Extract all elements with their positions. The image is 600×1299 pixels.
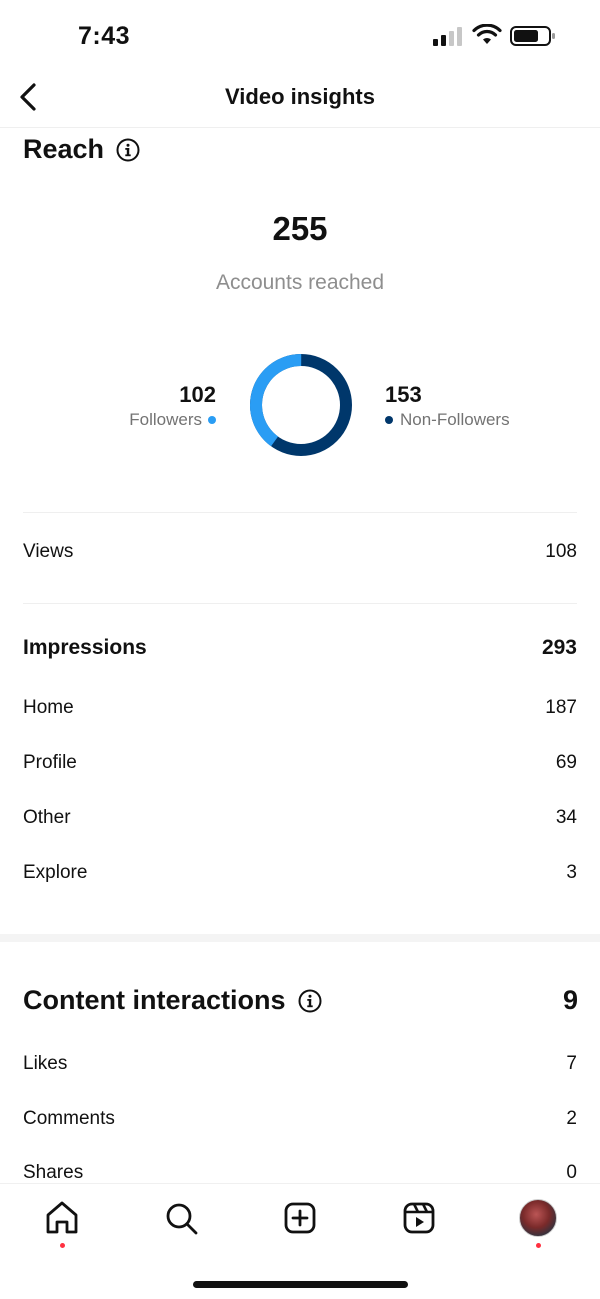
row-value: 2 bbox=[566, 1108, 577, 1129]
row-value: 34 bbox=[555, 807, 577, 828]
non-followers-label: Non-Followers bbox=[400, 410, 510, 429]
views-value: 108 bbox=[545, 541, 577, 562]
create-post-icon[interactable] bbox=[278, 1196, 322, 1240]
row-label: Shares bbox=[23, 1162, 84, 1183]
accounts-reached-value: 255 bbox=[272, 210, 328, 247]
status-time: 7:43 bbox=[78, 22, 131, 50]
reach-header: Reach bbox=[23, 134, 140, 165]
reels-icon[interactable] bbox=[397, 1196, 441, 1240]
home-indicator bbox=[193, 1281, 408, 1288]
shares-row: Shares 0 bbox=[23, 1162, 577, 1184]
profile-avatar[interactable] bbox=[519, 1199, 557, 1237]
home-notification-dot bbox=[60, 1243, 65, 1248]
info-icon[interactable] bbox=[116, 138, 140, 162]
followers-value: 102 bbox=[179, 382, 216, 407]
row-value: 3 bbox=[566, 862, 577, 883]
row-value: 187 bbox=[545, 697, 577, 718]
row-value: 69 bbox=[555, 752, 577, 773]
followers-dot bbox=[208, 416, 216, 424]
non-followers-dot bbox=[385, 416, 393, 424]
page-title: Video insights bbox=[225, 84, 375, 109]
impressions-row: Impressions 293 bbox=[23, 636, 577, 660]
likes-row: Likes 7 bbox=[23, 1053, 577, 1075]
profile-notification-dot bbox=[536, 1243, 541, 1248]
search-icon[interactable] bbox=[159, 1196, 203, 1240]
content-interactions-title: Content interactions bbox=[23, 985, 286, 1015]
battery-icon bbox=[510, 26, 555, 46]
reach-title: Reach bbox=[23, 134, 105, 164]
row-label: Comments bbox=[23, 1108, 115, 1129]
divider bbox=[23, 512, 577, 513]
reach-donut-chart bbox=[250, 354, 352, 456]
home-icon[interactable] bbox=[40, 1196, 84, 1240]
row-label: Profile bbox=[23, 752, 77, 773]
row-label: Likes bbox=[23, 1053, 68, 1074]
wifi-icon bbox=[472, 24, 502, 44]
impressions-label: Impressions bbox=[23, 636, 147, 659]
row-label: Home bbox=[23, 697, 74, 718]
impressions-other-row: Other 34 bbox=[23, 807, 577, 829]
content-interactions-header: Content interactions bbox=[23, 985, 322, 1016]
row-label: Explore bbox=[23, 862, 88, 883]
divider bbox=[23, 603, 577, 604]
status-bar: 7:43 bbox=[0, 0, 600, 70]
row-value: 7 bbox=[566, 1053, 577, 1074]
non-followers-legend: 153 Non-Followers bbox=[385, 382, 510, 430]
nav-bar: Video insights bbox=[0, 70, 600, 128]
followers-label: Followers bbox=[129, 410, 202, 429]
section-separator bbox=[0, 934, 600, 942]
row-label: Other bbox=[23, 807, 71, 828]
non-followers-value: 153 bbox=[385, 382, 422, 407]
info-icon[interactable] bbox=[298, 989, 322, 1013]
cellular-signal-icon bbox=[433, 27, 462, 46]
followers-legend: 102 Followers bbox=[129, 382, 216, 430]
impressions-total: 293 bbox=[541, 636, 577, 659]
impressions-profile-row: Profile 69 bbox=[23, 752, 577, 774]
comments-row: Comments 2 bbox=[23, 1108, 577, 1130]
content-interactions-total: 9 bbox=[562, 985, 578, 1015]
accounts-reached-label: Accounts reached bbox=[215, 271, 385, 294]
views-label: Views bbox=[23, 541, 74, 562]
row-value: 0 bbox=[566, 1162, 577, 1183]
impressions-home-row: Home 187 bbox=[23, 697, 577, 719]
donut-segment-followers bbox=[250, 354, 352, 456]
impressions-explore-row: Explore 3 bbox=[23, 862, 577, 884]
views-row: Views 108 bbox=[23, 541, 577, 563]
